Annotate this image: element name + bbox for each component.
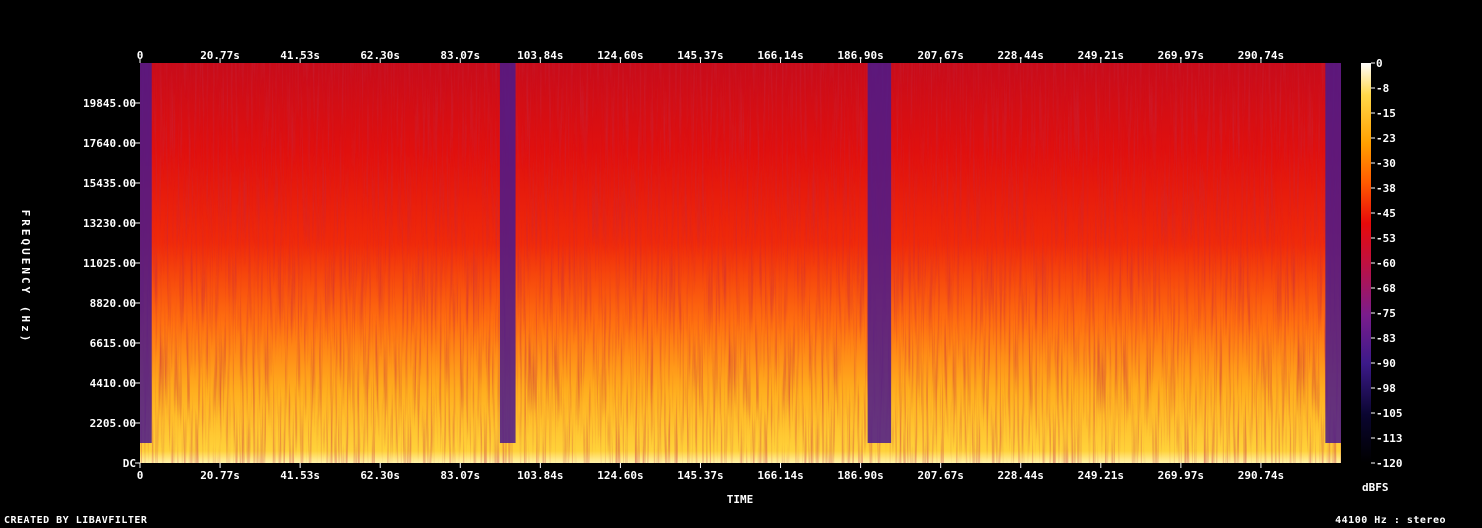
- colorbar-tick-label-16: -120: [1376, 457, 1403, 470]
- y-axis-label: FREQUENCY (Hz): [19, 210, 32, 345]
- colorbar-gradient: [1361, 63, 1371, 463]
- x-tick-label-bottom-11: 228.44s: [998, 469, 1044, 482]
- colorbar-tick-label-4: -30: [1376, 157, 1396, 170]
- colorbar-tick-label-5: -38: [1376, 182, 1396, 195]
- x-tick-label-top-12: 249.21s: [1078, 49, 1124, 62]
- x-tick-label-top-0: 0: [137, 49, 144, 62]
- x-tick-label-bottom-5: 103.84s: [517, 469, 563, 482]
- y-tick-label-5: 11025.00: [83, 257, 136, 270]
- y-tick-label-7: 15435.00: [83, 177, 136, 190]
- colorbar-tick-label-3: -23: [1376, 132, 1396, 145]
- x-tick-label-bottom-1: 20.77s: [200, 469, 240, 482]
- quiet-section-0: [140, 63, 152, 443]
- spectrogram-texture: [140, 63, 1341, 463]
- x-tick-label-bottom-6: 124.60s: [597, 469, 643, 482]
- y-tick-label-4: 8820.00: [90, 297, 136, 310]
- colorbar-tick-label-9: -68: [1376, 282, 1396, 295]
- x-tick-label-bottom-13: 269.97s: [1158, 469, 1204, 482]
- x-tick-label-top-5: 103.84s: [517, 49, 563, 62]
- x-tick-label-bottom-10: 207.67s: [917, 469, 963, 482]
- quiet-section-1: [499, 63, 516, 443]
- x-axis-bottom: 0 20.77s 41.53s 62.30s 83.07s 103.84s 124.60s 1…: [137, 463, 1284, 482]
- spectrogram-chart: 0 20.77s 41.53s 62.30s 83.07s 103.84s 124.60s 1…: [19, 49, 1403, 506]
- colorbar: 0 -8 -15 -23 -30 -38 -45 -53 -60 -68 -75 -83 -90 -98 -…: [1361, 57, 1403, 494]
- colorbar-tick-label-14: -105: [1376, 407, 1403, 420]
- audio-info-text: 44100 Hz : stereo: [1335, 515, 1446, 526]
- x-axis-top: 0 20.77s 41.53s 62.30s 83.07s 103.84s 124.60s 1…: [137, 49, 1284, 63]
- colorbar-tick-label-11: -83: [1376, 332, 1396, 345]
- x-tick-label-bottom-12: 249.21s: [1078, 469, 1124, 482]
- spectrogram-plot: [140, 63, 1341, 463]
- quiet-section-3: [1325, 63, 1341, 443]
- y-tick-label-3: 6615.00: [90, 337, 136, 350]
- colorbar-tick-label-10: -75: [1376, 307, 1396, 320]
- x-tick-label-bottom-8: 166.14s: [757, 469, 803, 482]
- x-tick-label-bottom-4: 83.07s: [440, 469, 480, 482]
- y-axis: DC 2205.00 4410.00 6615.00 8820.00 11025.00 13…: [83, 97, 140, 470]
- x-tick-label-top-3: 62.30s: [360, 49, 400, 62]
- y-tick-label-1: 2205.00: [90, 417, 136, 430]
- colorbar-tick-label-15: -113: [1376, 432, 1403, 445]
- x-tick-label-top-9: 186.90s: [837, 49, 883, 62]
- colorbar-tick-label-12: -90: [1376, 357, 1396, 370]
- colorbar-ticks: 0 -8 -15 -23 -30 -38 -45 -53 -60 -68 -75 -83 -90 -98 -…: [1371, 57, 1403, 470]
- y-tick-label-2: 4410.00: [90, 377, 136, 390]
- quiet-section-2: [867, 63, 892, 443]
- x-tick-label-bottom-0: 0: [137, 469, 144, 482]
- x-tick-label-top-4: 83.07s: [440, 49, 480, 62]
- x-tick-label-bottom-14: 290.74s: [1238, 469, 1284, 482]
- credit-text: CREATED BY LIBAVFILTER: [4, 515, 148, 526]
- colorbar-tick-label-2: -15: [1376, 107, 1396, 120]
- x-tick-label-top-7: 145.37s: [677, 49, 723, 62]
- colorbar-tick-label-6: -45: [1376, 207, 1396, 220]
- y-tick-label-6: 13230.00: [83, 217, 136, 230]
- colorbar-tick-label-0: 0: [1376, 57, 1383, 70]
- x-tick-label-top-13: 269.97s: [1158, 49, 1204, 62]
- colorbar-tick-label-1: -8: [1376, 82, 1389, 95]
- y-tick-label-0: DC: [123, 457, 136, 470]
- colorbar-label: dBFS: [1362, 481, 1389, 494]
- x-tick-label-bottom-9: 186.90s: [837, 469, 883, 482]
- x-axis-label: TIME: [727, 493, 754, 506]
- y-tick-label-9: 19845.00: [83, 97, 136, 110]
- x-tick-label-bottom-3: 62.30s: [360, 469, 400, 482]
- y-tick-label-8: 17640.00: [83, 137, 136, 150]
- x-tick-label-top-11: 228.44s: [998, 49, 1044, 62]
- colorbar-tick-label-7: -53: [1376, 232, 1396, 245]
- colorbar-tick-label-8: -60: [1376, 257, 1396, 270]
- x-tick-label-top-2: 41.53s: [280, 49, 320, 62]
- x-tick-label-bottom-2: 41.53s: [280, 469, 320, 482]
- colorbar-tick-label-13: -98: [1376, 382, 1396, 395]
- x-tick-label-top-14: 290.74s: [1238, 49, 1284, 62]
- x-tick-label-bottom-7: 145.37s: [677, 469, 723, 482]
- x-tick-label-top-10: 207.67s: [917, 49, 963, 62]
- x-tick-label-top-6: 124.60s: [597, 49, 643, 62]
- x-tick-label-top-8: 166.14s: [757, 49, 803, 62]
- x-tick-label-top-1: 20.77s: [200, 49, 240, 62]
